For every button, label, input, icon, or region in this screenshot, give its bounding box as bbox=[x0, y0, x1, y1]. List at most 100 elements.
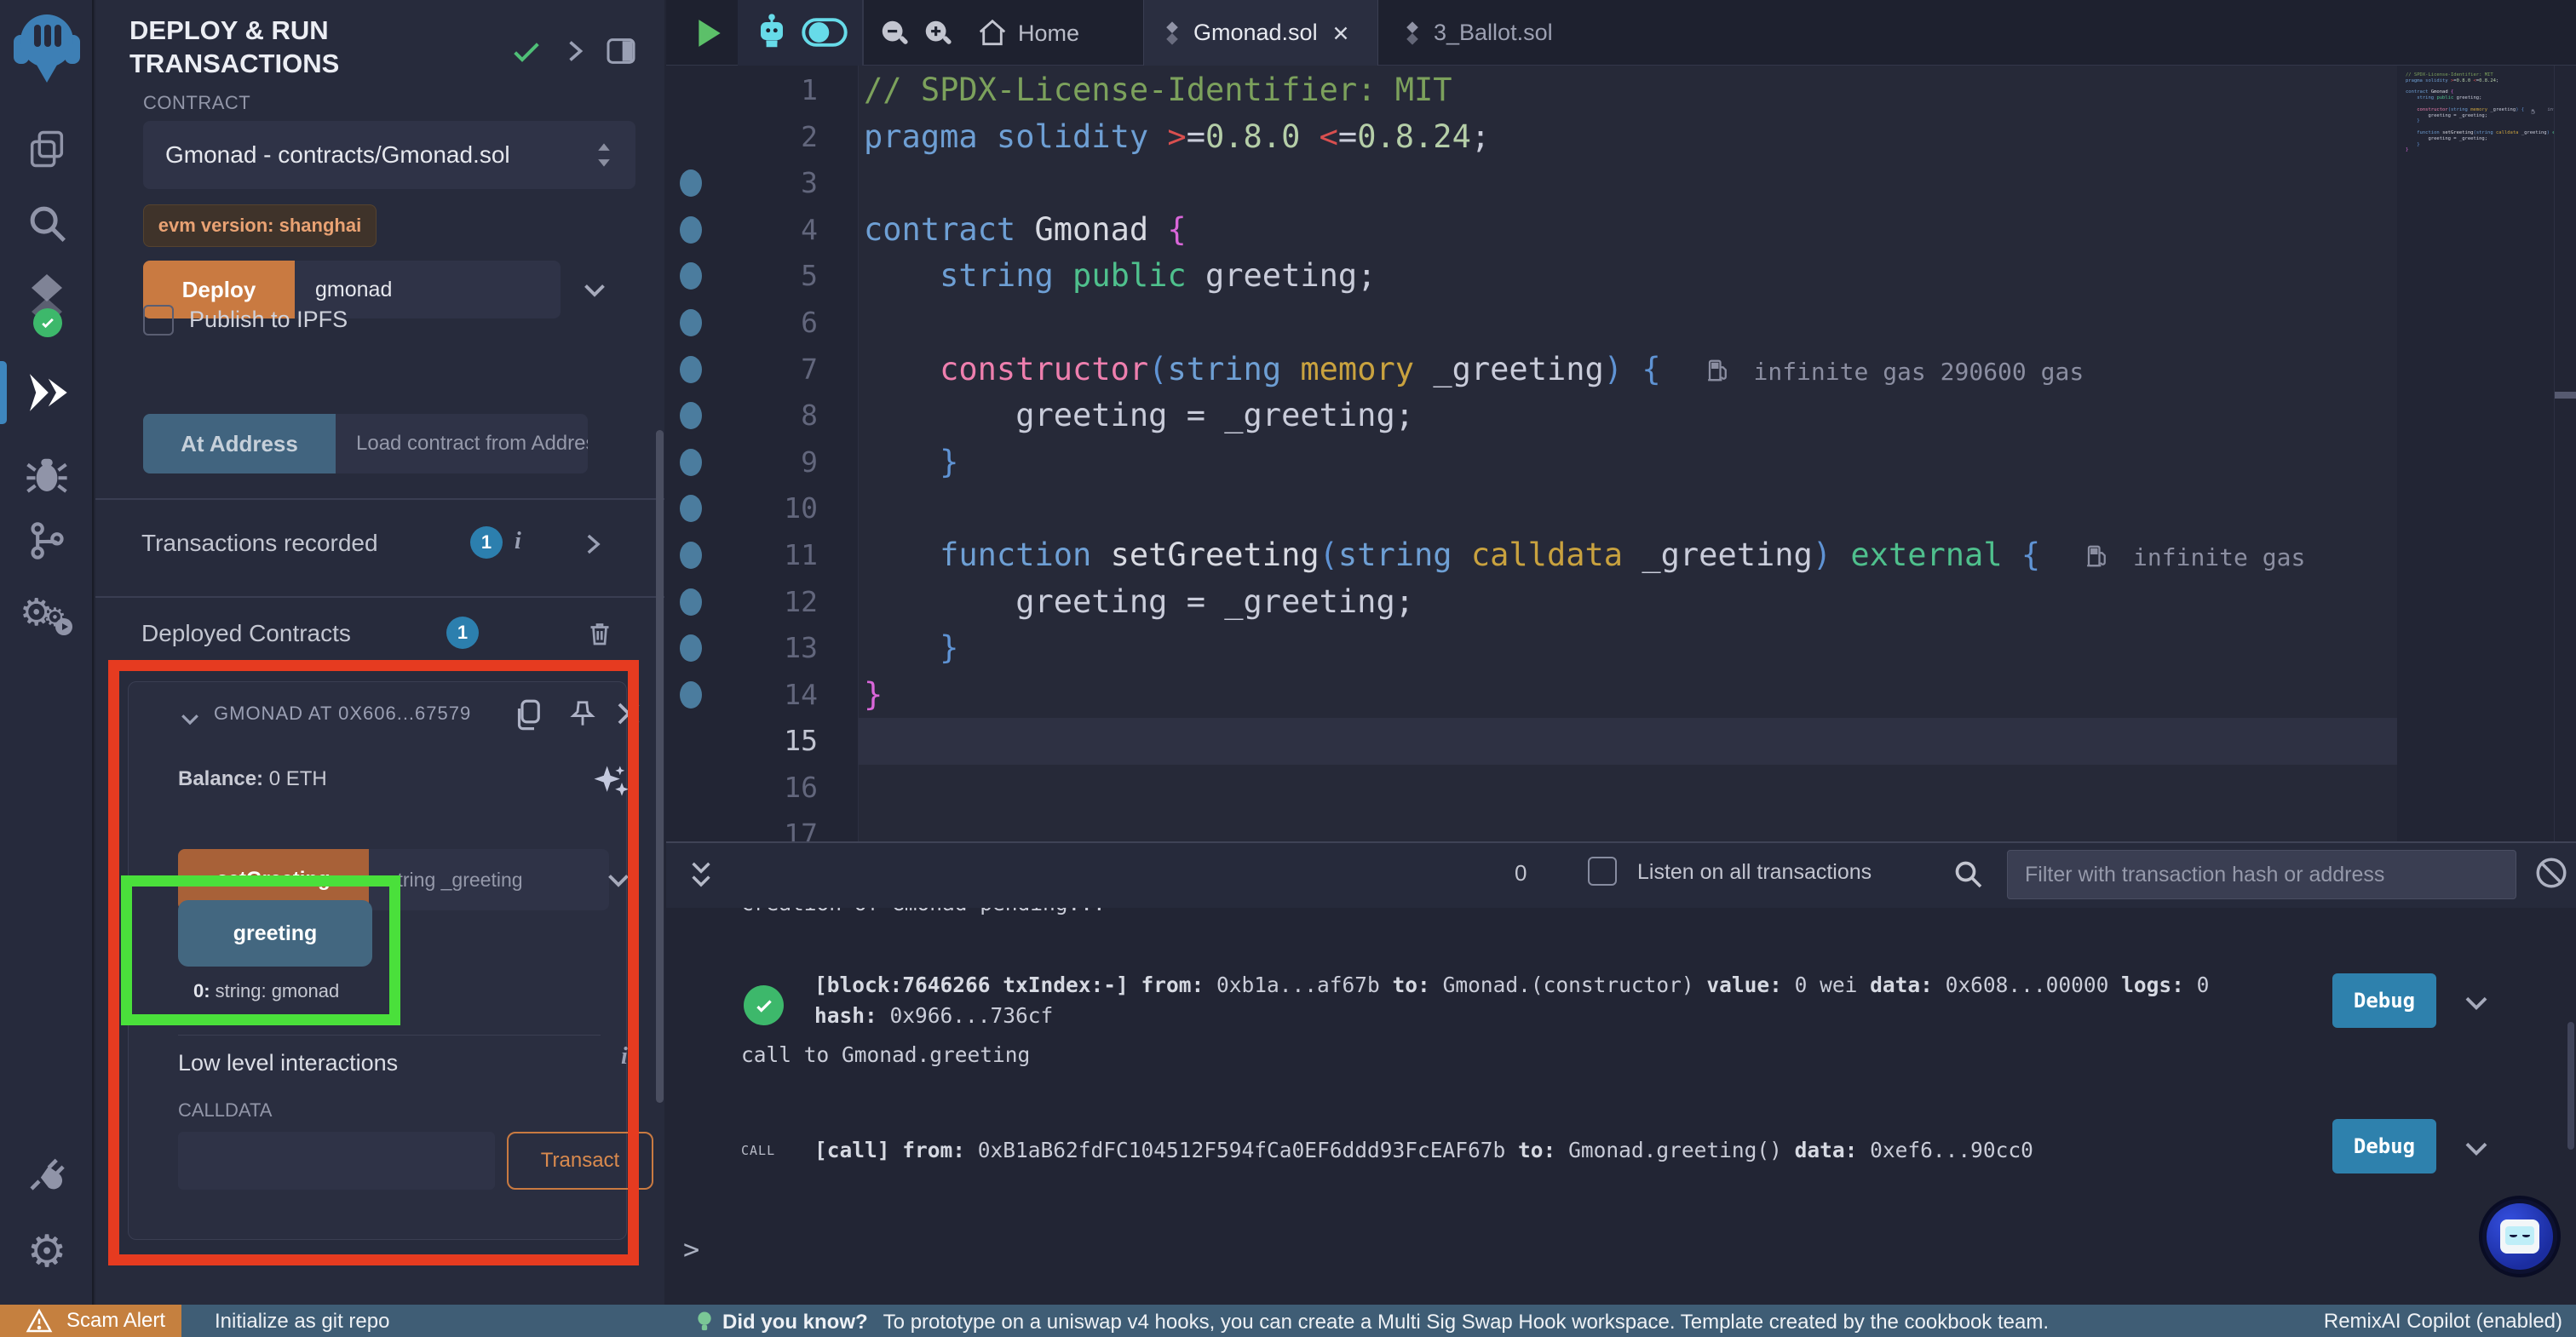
code-line bbox=[859, 718, 2397, 765]
code-line bbox=[859, 485, 2397, 532]
panel-collapse-chevron-icon[interactable] bbox=[559, 34, 589, 72]
editor-scrollbar-track[interactable] bbox=[2554, 66, 2576, 841]
code-line: greeting = _greeting; bbox=[859, 393, 2397, 439]
breakpoint-dot[interactable] bbox=[680, 356, 702, 383]
panel-scrollbar[interactable] bbox=[656, 430, 664, 1103]
tab-gmonad[interactable]: Gmonad.sol bbox=[1143, 0, 1378, 66]
icon-rail: ⚙ ⚙ ⚙ bbox=[0, 0, 94, 1305]
run-script-play-icon[interactable] bbox=[695, 17, 724, 54]
low-level-info-icon[interactable]: i bbox=[621, 1043, 628, 1070]
card-collapse-chevron-icon[interactable] bbox=[175, 706, 205, 736]
tx-log-line[interactable]: [block:7646266 txIndex:-] from: 0xb1a...… bbox=[814, 973, 2209, 997]
zoom-in-icon[interactable] bbox=[922, 17, 954, 54]
tx-log-line[interactable]: hash: 0x966...736cf bbox=[814, 1003, 1053, 1028]
terminal: creation of Gmonad pending... 0 Listen o… bbox=[666, 841, 2576, 1305]
code-line: contract Gmonad { bbox=[2404, 89, 2554, 95]
code-line: } bbox=[2404, 118, 2554, 124]
file-explorer-icon[interactable] bbox=[0, 123, 94, 175]
debug-button[interactable]: Debug bbox=[2332, 1119, 2436, 1173]
zoom-out-icon[interactable] bbox=[878, 17, 911, 54]
filter-transactions-input[interactable] bbox=[2007, 850, 2516, 899]
expand-terminal-icon[interactable] bbox=[685, 857, 717, 898]
logo-slot bbox=[55, 25, 61, 47]
code-line: string public greeting; bbox=[2404, 95, 2554, 101]
ai-robot-icon[interactable] bbox=[755, 14, 789, 57]
contract-instance-title[interactable]: GMONAD AT 0X606...67579 bbox=[214, 703, 497, 725]
close-tab-icon[interactable] bbox=[1330, 22, 1352, 44]
breakpoint-dot[interactable] bbox=[680, 169, 702, 197]
calldata-input[interactable] bbox=[178, 1132, 495, 1190]
breakpoint-dot[interactable] bbox=[680, 588, 702, 616]
breakpoint-dot[interactable] bbox=[680, 262, 702, 290]
clear-console-ban-icon[interactable] bbox=[2533, 855, 2569, 895]
terminal-search-icon[interactable] bbox=[1951, 857, 1985, 895]
code-line: constructor(string memory _greeting) { i… bbox=[859, 347, 2397, 393]
panel-check-icon bbox=[509, 34, 543, 72]
solidity-compiler-icon[interactable] bbox=[0, 271, 94, 330]
debug-button[interactable]: Debug bbox=[2332, 973, 2436, 1028]
terminal-scrollbar[interactable] bbox=[2567, 1022, 2574, 1150]
select-arrows-icon bbox=[595, 141, 613, 169]
remix-logo-icon[interactable] bbox=[0, 10, 94, 87]
tx-log-line[interactable]: [call] from: 0xB1aB62fdFC104512F594fCa0E… bbox=[814, 1138, 2033, 1162]
pin-contract-icon[interactable] bbox=[566, 696, 599, 737]
debugger-icon[interactable] bbox=[0, 451, 94, 501]
log-expand-chevron-icon[interactable] bbox=[2458, 1132, 2494, 1168]
transactions-count-badge: 1 bbox=[470, 526, 503, 559]
breakpoint-dot[interactable] bbox=[680, 542, 702, 569]
deploy-expand-chevron-icon[interactable] bbox=[578, 274, 612, 309]
remove-contract-close-icon[interactable] bbox=[612, 697, 645, 734]
breakpoint-dot[interactable] bbox=[680, 216, 702, 244]
breakpoint-dot[interactable] bbox=[680, 495, 702, 522]
balance-row: Balance: 0 ETH bbox=[178, 767, 327, 791]
search-icon[interactable] bbox=[0, 196, 94, 250]
solidity-unit-testing-icon[interactable]: ⚙ ⚙ bbox=[0, 596, 94, 647]
greeting-call-button[interactable]: greeting bbox=[178, 900, 372, 967]
breakpoint-dot[interactable] bbox=[680, 309, 702, 336]
home-icon[interactable] bbox=[976, 17, 1009, 54]
code-line bbox=[859, 812, 2397, 842]
deploy-and-run-icon[interactable] bbox=[0, 361, 94, 424]
tab-ballot[interactable]: 3_Ballot.sol bbox=[1384, 0, 1584, 66]
gas-estimate-annotation: infinite gas 290600 gas bbox=[1705, 358, 2084, 386]
clear-deployed-trash-icon[interactable] bbox=[584, 617, 615, 655]
breakpoint-dot[interactable] bbox=[680, 681, 702, 709]
copilot-toggle-icon[interactable] bbox=[801, 15, 848, 54]
publish-ipfs-checkbox[interactable] bbox=[143, 305, 174, 336]
code-line: } bbox=[859, 439, 2397, 486]
minimap[interactable]: // SPDX-License-Identifier: MITpragma so… bbox=[2404, 72, 2554, 839]
scam-alert-segment[interactable]: Scam Alert bbox=[0, 1305, 181, 1337]
terminal-prompt[interactable]: > bbox=[683, 1233, 699, 1265]
plugin-manager-icon[interactable] bbox=[0, 1148, 94, 1199]
logo-slot bbox=[44, 25, 51, 47]
transact-button[interactable]: Transact bbox=[507, 1132, 653, 1190]
code-line: } bbox=[859, 625, 2397, 672]
at-address-button[interactable]: At Address bbox=[143, 414, 336, 473]
log-expand-chevron-icon[interactable] bbox=[2458, 986, 2494, 1023]
transactions-expand-chevron-icon[interactable] bbox=[578, 528, 607, 565]
editor-scrollbar-marker[interactable] bbox=[2555, 392, 2576, 399]
settings-icon[interactable]: ⚙ bbox=[0, 1226, 94, 1277]
set-greeting-arg-input[interactable] bbox=[369, 849, 609, 910]
contract-select[interactable]: Gmonad - contracts/Gmonad.sol bbox=[143, 121, 635, 189]
home-tab-label[interactable]: Home bbox=[1018, 20, 1079, 47]
ai-sparkle-icon[interactable] bbox=[589, 760, 633, 809]
breakpoint-dot[interactable] bbox=[680, 402, 702, 429]
copy-address-icon[interactable] bbox=[510, 696, 546, 737]
at-address-input[interactable] bbox=[336, 414, 588, 473]
git-init-label[interactable]: Initialize as git repo bbox=[215, 1310, 389, 1334]
transaction-count: 0 bbox=[1515, 860, 1527, 887]
listen-all-checkbox[interactable] bbox=[1588, 857, 1617, 886]
breakpoint-dot[interactable] bbox=[680, 634, 702, 662]
git-icon[interactable] bbox=[0, 516, 94, 565]
breakpoint-dot[interactable] bbox=[680, 449, 702, 476]
code-line: } bbox=[2404, 147, 2554, 153]
pin-panel-icon[interactable] bbox=[603, 34, 639, 72]
set-greeting-expand-chevron-icon[interactable] bbox=[602, 864, 635, 899]
transactions-info-icon[interactable]: i bbox=[515, 528, 521, 555]
code-editor[interactable]: 1234567891011121314151617 // SPDX-Licens… bbox=[666, 66, 2576, 841]
remix-ai-assistant-fab[interactable] bbox=[2479, 1196, 2561, 1277]
code-line: greeting = _greeting; bbox=[859, 579, 2397, 626]
code-line bbox=[2404, 159, 2554, 165]
logo-slot bbox=[34, 25, 41, 47]
